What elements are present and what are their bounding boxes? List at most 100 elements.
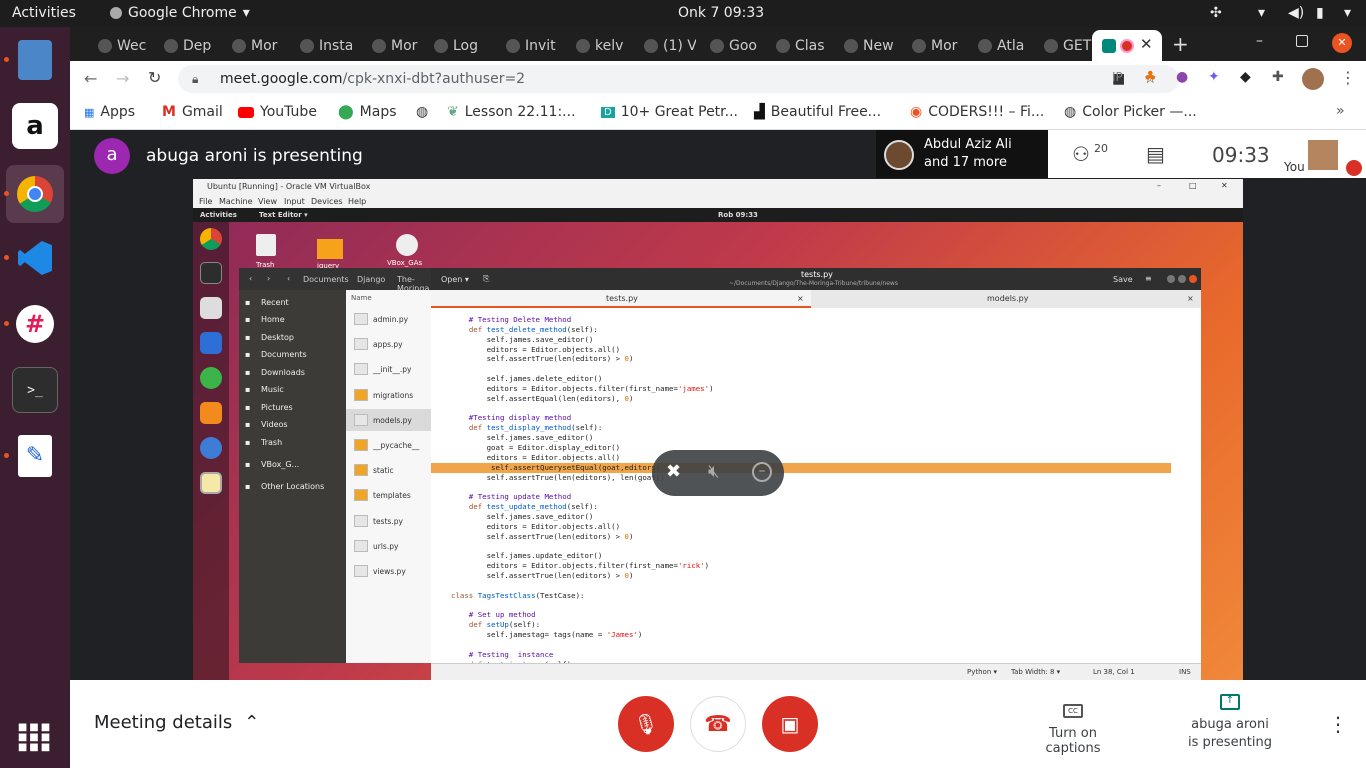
bookmark-gmail[interactable]: M Gmail [162,104,223,120]
sidebar-place[interactable]: ▪ Desktop [239,331,346,345]
guest-atom-icon[interactable] [200,367,222,389]
vbox-close-icon[interactable]: ✕ [1221,181,1228,190]
show-applications-button[interactable]: ■■■ ■■■ ■■■ [12,715,58,761]
vbox-maximize-icon[interactable]: □ [1189,181,1197,190]
bookmark-globe[interactable]: ◍ [416,104,428,120]
bookmark-color-picker[interactable]: ◍ Color Picker —... [1064,104,1197,120]
amazon-launcher[interactable]: a [12,103,58,149]
wifi-icon[interactable]: ▾ [1258,5,1265,21]
fm-back-icon[interactable]: ‹ [249,274,252,283]
sidebar-place[interactable]: ▪ Home [239,313,346,327]
fm-path-documents[interactable]: Documents [303,275,349,284]
bookmark-youtube[interactable]: YouTube [238,104,317,120]
vbox-menu-devices[interactable]: Devices [311,197,343,206]
guest-terminal-icon[interactable] [200,262,222,284]
browser-tab[interactable]: Log [420,31,486,61]
gedit-tab-tests[interactable]: tests.py × [431,290,811,308]
sidebar-place[interactable]: ▪ Other Locations [239,480,346,494]
guest-activities[interactable]: Activities [200,211,237,219]
gedit-tab-models[interactable]: models.py × [811,290,1201,308]
forward-icon[interactable]: → [116,69,129,88]
browser-tab[interactable]: Invit [492,31,558,61]
gedit-close-icon[interactable] [1189,275,1197,283]
extensions-puzzle-icon[interactable]: ✚ [1272,69,1284,85]
browser-tab[interactable]: Mor [898,31,964,61]
cursor-position[interactable]: Ln 38, Col 1 [1093,668,1135,676]
fm-path-left-icon[interactable]: ‹ [287,274,290,283]
browser-tab[interactable]: Atla [964,31,1030,61]
captions-button[interactable]: CC Turn on captions [1020,704,1126,756]
sidebar-place[interactable]: ▪ Recent [239,296,346,310]
new-tab-button[interactable]: + [1172,32,1189,56]
active-tab[interactable]: ✕ [1092,30,1162,61]
sidebar-place[interactable]: ▪ Music [239,383,346,397]
battery-icon[interactable]: ▮ [1316,5,1324,21]
gedit-new-tab-icon[interactable]: ⎘ [483,274,489,284]
unpin-icon[interactable]: ✖ [666,461,681,482]
fm-path-django[interactable]: Django [357,275,385,284]
github-extension-icon[interactable]: ● [1176,69,1188,85]
guest-help-icon[interactable] [200,437,222,459]
file-item[interactable]: admin.py [346,308,439,330]
app-menu[interactable]: Google Chrome ▾ [110,5,250,21]
power-menu-icon[interactable]: ▾ [1344,5,1351,21]
maximize-window-icon[interactable] [1296,35,1308,47]
bookmark-lesson[interactable]: ❦ Lesson 22.11:... [447,104,576,120]
file-item[interactable]: templates [346,484,439,506]
file-item[interactable]: views.py [346,560,439,582]
browser-tab[interactable]: Mor [218,31,284,61]
trash-desktop-icon[interactable] [256,234,276,256]
tab-close-icon[interactable]: × [1187,294,1194,303]
file-item[interactable]: apps.py [346,333,439,355]
guest-text-editor-icon[interactable] [200,472,222,494]
volume-icon[interactable]: ◀) [1288,5,1304,21]
omnibox[interactable]: 🔒︎ meet.google.com/cpk-xnxi-dbt?authuser… [178,65,1179,93]
gedit-maximize-icon[interactable] [1178,275,1186,283]
tab-close-icon[interactable]: ✕ [1140,35,1153,53]
bookmark-coders[interactable]: ◉ CODERS!!! – Fi... [910,104,1044,120]
people-icon[interactable]: ⚇ [1072,142,1090,166]
gedit-minimize-icon[interactable] [1167,275,1175,283]
presenting-status-button[interactable]: ↑ abuga aroni is presenting [1174,694,1286,752]
tab-width-selector[interactable]: Tab Width: 8 ▾ [1011,668,1060,676]
activities-button[interactable]: Activities [12,5,76,21]
cube-extension-icon[interactable]: ◆ [1240,69,1251,85]
meeting-details-button[interactable]: Meeting details ⌃ [94,712,259,733]
gedit-menu-icon[interactable]: ≡ [1145,274,1152,283]
browser-tab[interactable]: (1) V [630,31,696,61]
sidebar-place[interactable]: ▪ Downloads [239,366,346,380]
bookmark-petr[interactable]: D 10+ Great Petr... [601,104,738,120]
guest-app-menu[interactable]: Text Editor ▾ [259,211,308,219]
sidebar-place[interactable]: ▪ Pictures [239,401,346,415]
vbox-menu-file[interactable]: File [199,197,212,206]
sidebar-place[interactable]: ▪ Documents [239,348,346,362]
file-item[interactable]: models.py [346,408,439,431]
gedit-save-button[interactable]: Save [1113,275,1133,284]
guest-software-icon[interactable] [200,402,222,424]
close-window-icon[interactable]: ✕ [1332,33,1352,53]
remove-icon[interactable]: – [752,462,772,482]
code-view[interactable]: # Testing Delete Method def test_delete_… [431,308,1201,663]
back-icon[interactable]: ← [84,69,97,88]
bookmark-beautiful[interactable]: ▟ Beautiful Free... [754,104,881,120]
leave-call-button[interactable]: ☎︎ [690,696,746,752]
pen-extension-icon[interactable]: ✦ [1208,69,1220,85]
file-item[interactable]: __pycache__ [346,434,439,456]
browser-tab[interactable]: Insta [286,31,352,61]
text-editor-launcher[interactable]: ✎ [12,433,58,479]
browser-tab[interactable]: Clas [762,31,828,61]
file-item[interactable]: __init__.py [346,358,439,380]
mute-speaker-icon[interactable]: 🔇︎ [708,461,719,482]
browser-tab[interactable]: kelv [562,31,628,61]
profile-avatar[interactable] [1302,68,1324,90]
language-selector[interactable]: Python ▾ [967,668,997,676]
cd-disc-icon[interactable] [396,234,418,256]
fm-forward-icon[interactable]: › [267,274,270,283]
tree-extension-icon[interactable]: ♣ [1144,69,1157,85]
more-options-icon[interactable]: ⋮ [1328,712,1348,736]
browser-tab[interactable]: Goo [696,31,762,61]
guest-vscode-icon[interactable] [200,332,222,354]
microphone-toggle-button[interactable]: 🎙︎ [618,696,674,752]
browser-tab[interactable]: Mor [358,31,424,61]
sidebar-place[interactable]: ▪ VBox_G... [239,458,346,472]
